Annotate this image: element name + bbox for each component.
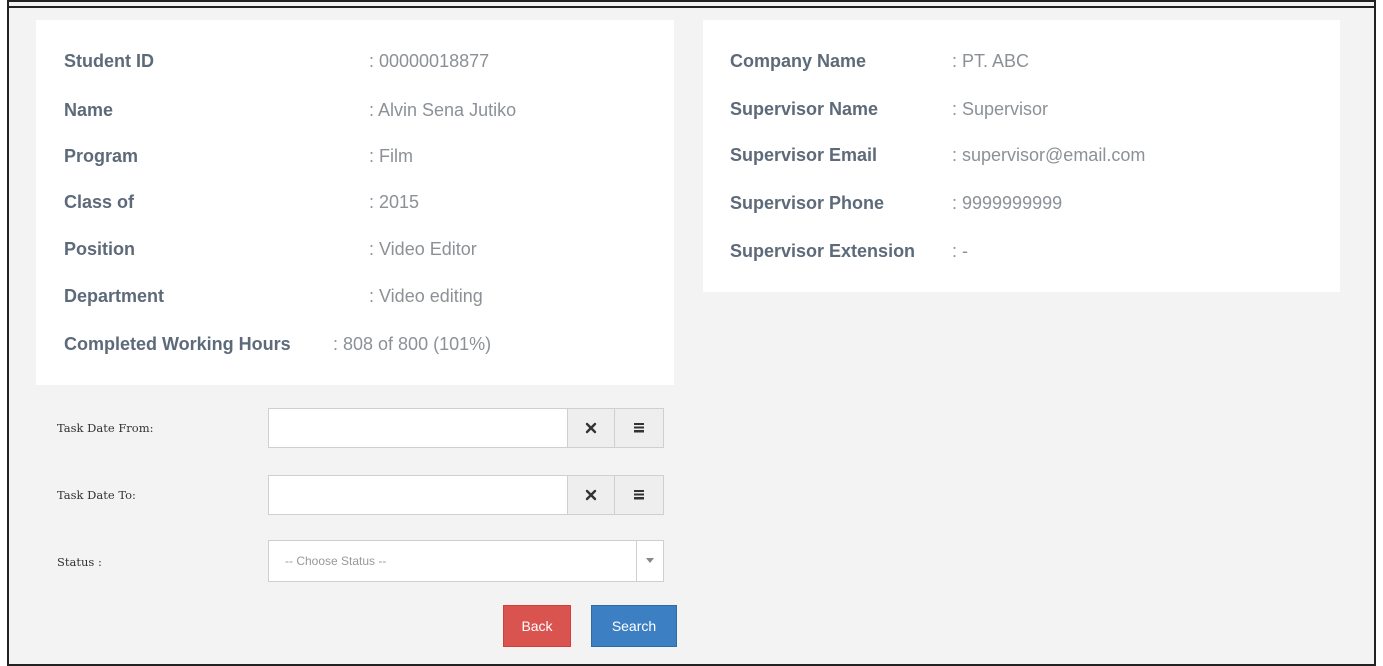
position-value: : Video Editor: [369, 239, 477, 259]
class-label: Class of: [64, 192, 135, 212]
close-icon: [585, 489, 597, 501]
company-name-value: : PT. ABC: [952, 51, 1030, 71]
supervisor-phone-label: Supervisor Phone: [730, 193, 885, 213]
task-date-from-group: [268, 408, 664, 448]
task-date-to-label: Task Date To:: [57, 488, 136, 502]
close-icon: [585, 422, 597, 434]
search-button[interactable]: Search: [591, 605, 677, 647]
company-info-panel: Company Name : PT. ABC Supervisor Name :…: [703, 20, 1340, 292]
supervisor-phone-value: : 9999999999: [952, 193, 1063, 213]
supervisor-name-value: : Supervisor: [952, 99, 1049, 119]
calendar-date-to-button[interactable]: [614, 475, 664, 515]
chevron-down-icon: [646, 558, 654, 563]
clear-date-to-button[interactable]: [567, 475, 615, 515]
calendar-icon: [634, 490, 644, 500]
status-label: Status :: [57, 555, 102, 569]
supervisor-extension-label: Supervisor Extension: [730, 241, 916, 261]
student-id-value: : 00000018877: [369, 51, 490, 71]
task-date-to-input[interactable]: [268, 475, 568, 515]
back-button[interactable]: Back: [503, 605, 571, 647]
name-value: : Alvin Sena Jutiko: [369, 100, 517, 120]
working-hours-value: : 808 of 800 (101%): [333, 334, 492, 354]
program-value: : Film: [369, 146, 413, 166]
calendar-icon: [634, 423, 644, 433]
working-hours-label: Completed Working Hours: [64, 334, 291, 354]
company-name-label: Company Name: [730, 51, 867, 71]
position-label: Position: [64, 239, 135, 259]
supervisor-email-label: Supervisor Email: [730, 145, 878, 165]
task-date-to-group: [268, 475, 664, 515]
supervisor-extension-value: : -: [952, 241, 968, 261]
student-info-panel: Student ID : 00000018877 Name : Alvin Se…: [36, 20, 674, 385]
department-label: Department: [64, 286, 165, 306]
student-id-label: Student ID: [64, 51, 154, 71]
calendar-date-from-button[interactable]: [614, 408, 664, 448]
status-selected-value: -- Choose Status --: [285, 554, 387, 568]
supervisor-email-value: : supervisor@email.com: [952, 145, 1146, 165]
clear-date-from-button[interactable]: [567, 408, 615, 448]
department-value: : Video editing: [369, 286, 483, 306]
name-label: Name: [64, 100, 114, 120]
status-dropdown-toggle[interactable]: [636, 541, 663, 581]
class-value: : 2015: [369, 192, 420, 212]
task-date-from-input[interactable]: [268, 408, 568, 448]
program-label: Program: [64, 146, 139, 166]
task-date-from-label: Task Date From:: [57, 421, 154, 435]
supervisor-name-label: Supervisor Name: [730, 99, 879, 119]
status-select[interactable]: -- Choose Status --: [268, 540, 664, 582]
